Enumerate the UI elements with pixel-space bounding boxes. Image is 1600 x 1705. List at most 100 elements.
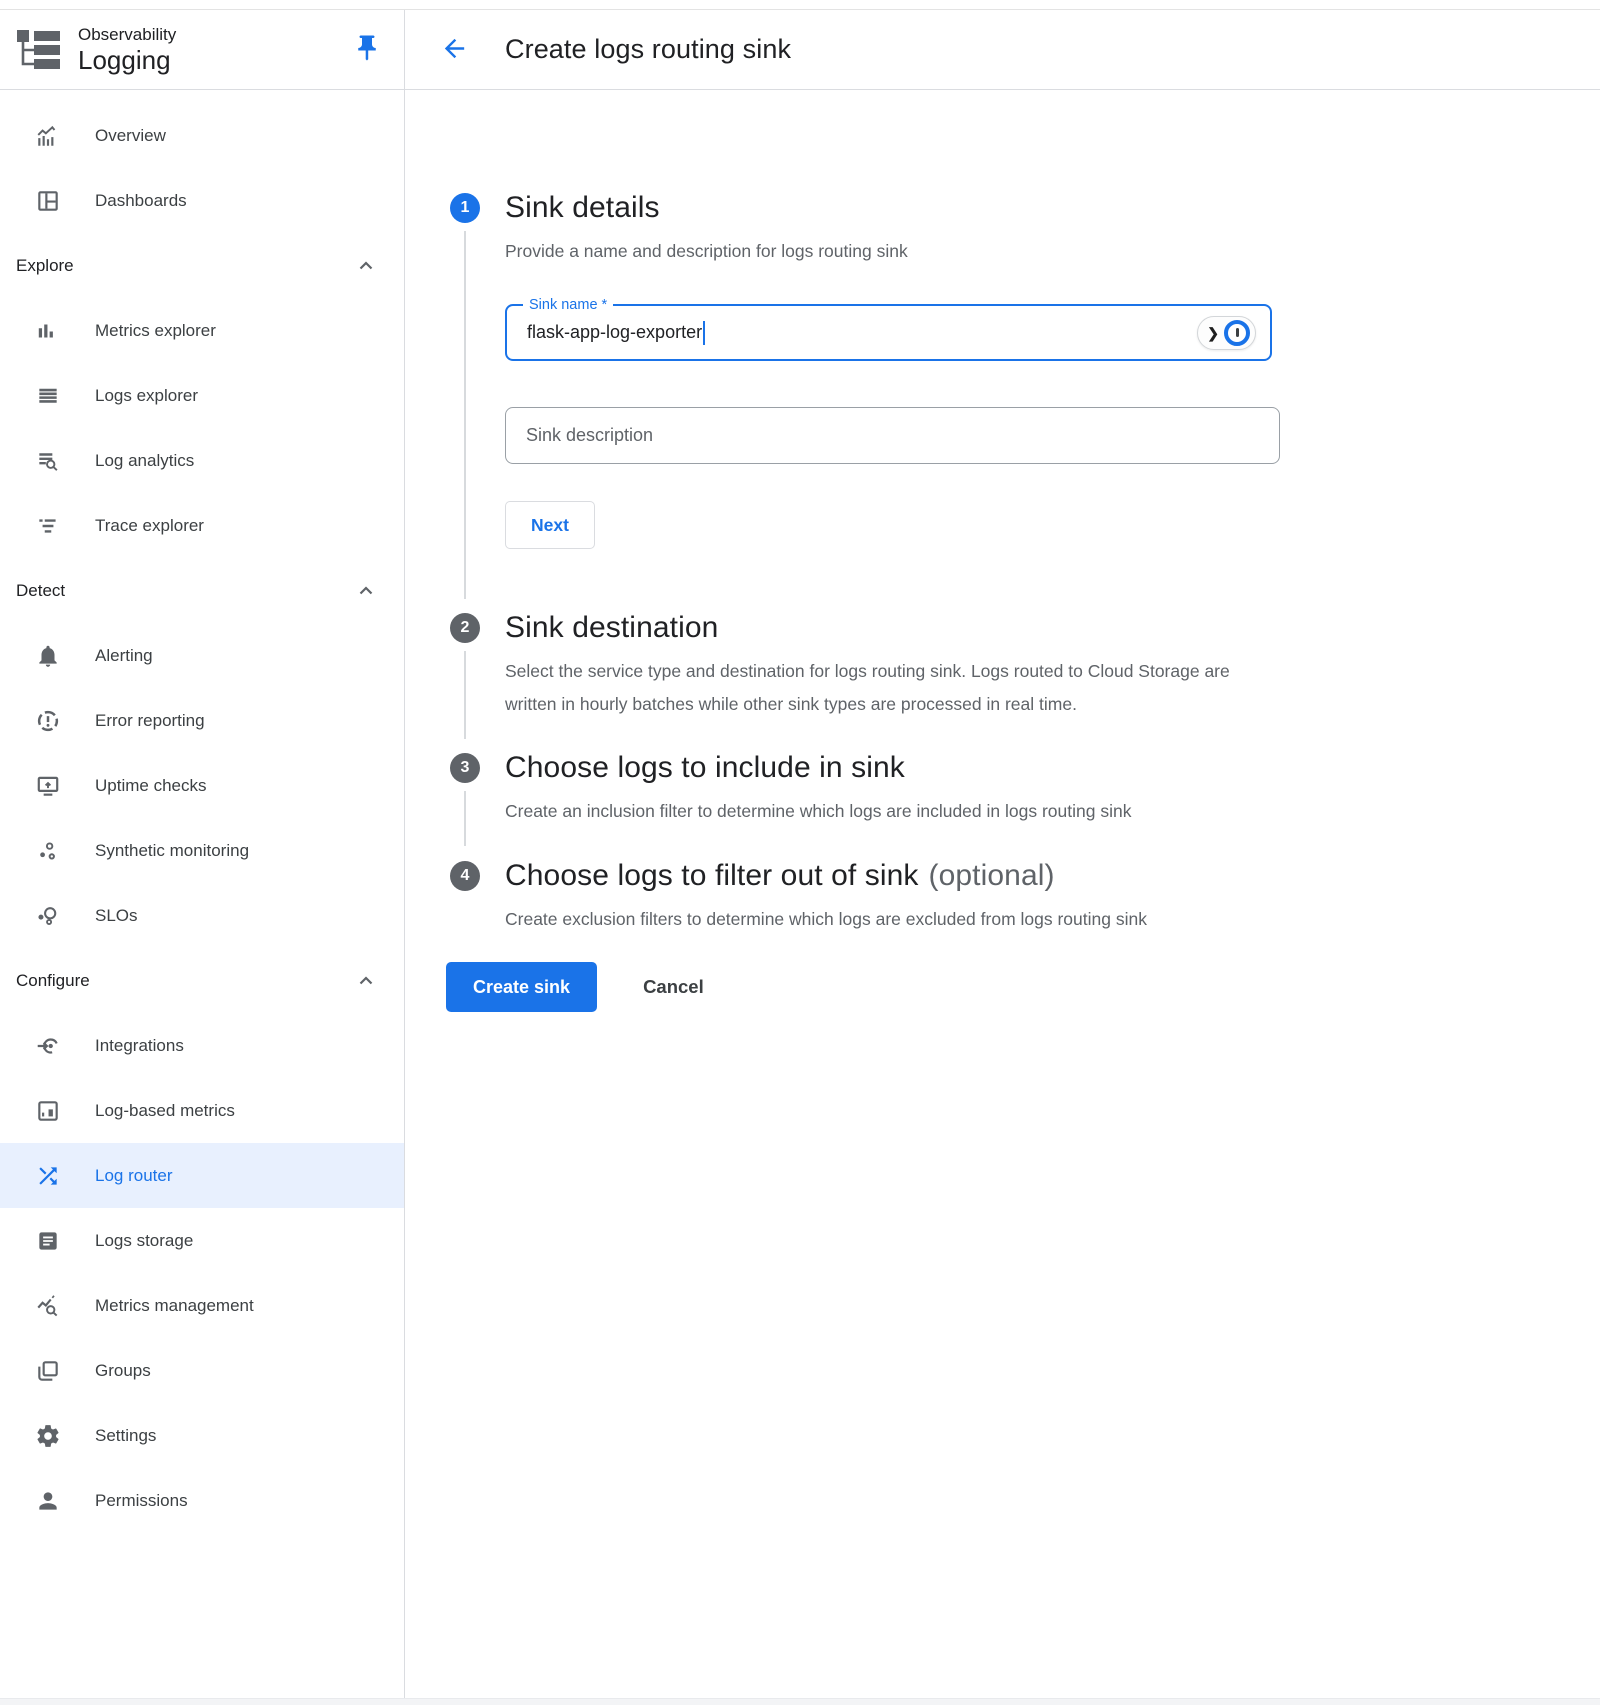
cancel-button[interactable]: Cancel xyxy=(637,975,710,999)
step-1-title: Sink details xyxy=(505,189,1600,227)
groups-icon xyxy=(35,1358,61,1384)
overview-icon xyxy=(35,123,61,149)
step-2-badge: 2 xyxy=(450,613,480,643)
main-header: Create logs routing sink xyxy=(405,10,1600,90)
step-2-title: Sink destination xyxy=(505,609,1600,647)
sidebar-header: Observability Logging xyxy=(0,10,404,90)
pin-button[interactable] xyxy=(348,29,386,70)
sidebar-item-log-based-metrics[interactable]: Log-based metrics xyxy=(0,1078,404,1143)
sidebar-item-settings[interactable]: Settings xyxy=(0,1403,404,1468)
step-sink-destination: 2 Sink destination Select the service ty… xyxy=(405,609,1600,721)
sidebar-item-permissions[interactable]: Permissions xyxy=(0,1468,404,1533)
sidebar-item-uptime-checks[interactable]: Uptime checks xyxy=(0,753,404,818)
sink-name-field[interactable]: Sink name * flask-app-log-exporter ❯ xyxy=(505,304,1272,361)
chevron-right-icon: ❯ xyxy=(1207,326,1219,340)
log-based-metrics-icon xyxy=(35,1098,61,1124)
sidebar-item-label: Dashboards xyxy=(95,191,187,211)
sidebar-item-error-reporting[interactable]: Error reporting xyxy=(0,688,404,753)
window-bottom-edge xyxy=(0,1698,1600,1705)
logging-logo-icon xyxy=(16,29,62,71)
step-4-title: Choose logs to filter out of sink(option… xyxy=(505,857,1600,895)
chevron-up-icon xyxy=(354,579,378,603)
metrics-management-icon xyxy=(35,1293,61,1319)
password-manager-icon xyxy=(1224,320,1250,346)
main-panel: Create logs routing sink 1 Sink details … xyxy=(405,10,1600,1699)
sidebar-section-detect[interactable]: Detect xyxy=(0,558,404,623)
slos-icon xyxy=(35,903,61,929)
sidebar-item-label: Log analytics xyxy=(95,451,194,471)
back-button[interactable] xyxy=(440,34,469,66)
sidebar-item-label: Trace explorer xyxy=(95,516,204,536)
logs-explorer-icon xyxy=(35,383,61,409)
step-sink-details: 1 Sink details Provide a name and descri… xyxy=(405,189,1600,549)
synthetic-monitoring-icon xyxy=(35,838,61,864)
sidebar-item-trace-explorer[interactable]: Trace explorer xyxy=(0,493,404,558)
sidebar-section-configure[interactable]: Configure xyxy=(0,948,404,1013)
sidebar-item-logs-storage[interactable]: Logs storage xyxy=(0,1208,404,1273)
sidebar-item-label: Alerting xyxy=(95,646,153,666)
sidebar-item-label: Log router xyxy=(95,1166,173,1186)
sidebar-item-label: Uptime checks xyxy=(95,776,206,796)
chevron-up-icon xyxy=(354,969,378,993)
sidebar-item-label: Permissions xyxy=(95,1491,188,1511)
sidebar-item-label: Integrations xyxy=(95,1036,184,1056)
sink-name-label: Sink name * xyxy=(523,296,613,314)
product-name: Observability xyxy=(78,24,176,45)
step-include-logs: 3 Choose logs to include in sink Create … xyxy=(405,749,1600,828)
sidebar-item-label: Error reporting xyxy=(95,711,205,731)
step-3-badge: 3 xyxy=(450,753,480,783)
shuffle-icon xyxy=(35,1163,61,1189)
sidebar-item-metrics-explorer[interactable]: Metrics explorer xyxy=(0,298,404,363)
create-sink-button[interactable]: Create sink xyxy=(446,962,597,1012)
sink-name-input[interactable]: flask-app-log-exporter xyxy=(527,322,702,343)
sidebar-item-log-router[interactable]: Log router xyxy=(0,1143,404,1208)
text-caret xyxy=(703,321,705,345)
sidebar-item-label: Synthetic monitoring xyxy=(95,841,249,861)
sidebar-item-label: Groups xyxy=(95,1361,151,1381)
sidebar-item-dashboards[interactable]: Dashboards xyxy=(0,168,404,233)
sidebar-item-label: Logs explorer xyxy=(95,386,198,406)
trace-explorer-icon xyxy=(35,513,61,539)
sidebar-item-label: Metrics management xyxy=(95,1296,254,1316)
sidebar-section-explore[interactable]: Explore xyxy=(0,233,404,298)
back-arrow-icon xyxy=(440,34,469,66)
sidebar-item-label: Log-based metrics xyxy=(95,1101,235,1121)
create-sink-form: 1 Sink details Provide a name and descri… xyxy=(405,90,1600,1012)
password-manager-suggestion[interactable]: ❯ xyxy=(1197,316,1256,350)
dashboards-icon xyxy=(35,188,61,214)
person-icon xyxy=(35,1488,61,1514)
page-title: Create logs routing sink xyxy=(505,34,791,65)
page: Observability Logging Overview Dashboard… xyxy=(0,0,1600,1705)
sidebar-item-label: Logs storage xyxy=(95,1231,193,1251)
step-4-badge: 4 xyxy=(450,861,480,891)
sidebar-nav: Overview Dashboards Explore Metrics expl… xyxy=(0,90,404,1533)
sidebar-item-integrations[interactable]: Integrations xyxy=(0,1013,404,1078)
pin-icon xyxy=(352,33,382,66)
step-3-description: Create an inclusion filter to determine … xyxy=(505,795,1270,828)
chevron-up-icon xyxy=(354,254,378,278)
module-name: Logging xyxy=(78,45,176,75)
form-actions: Create sink Cancel xyxy=(405,962,1600,1012)
sidebar-item-overview[interactable]: Overview xyxy=(0,103,404,168)
sink-description-input[interactable] xyxy=(505,407,1280,464)
sidebar-item-log-analytics[interactable]: Log analytics xyxy=(0,428,404,493)
sidebar-item-logs-explorer[interactable]: Logs explorer xyxy=(0,363,404,428)
bell-icon xyxy=(35,643,61,669)
next-button[interactable]: Next xyxy=(505,501,595,549)
sidebar-item-synthetic-monitoring[interactable]: Synthetic monitoring xyxy=(0,818,404,883)
sidebar-item-label: Settings xyxy=(95,1426,156,1446)
log-analytics-icon xyxy=(35,448,61,474)
sidebar: Observability Logging Overview Dashboard… xyxy=(0,10,405,1699)
sidebar-item-slos[interactable]: SLOs xyxy=(0,883,404,948)
logs-storage-icon xyxy=(35,1228,61,1254)
sidebar-item-groups[interactable]: Groups xyxy=(0,1338,404,1403)
step-3-title: Choose logs to include in sink xyxy=(505,749,1600,787)
sidebar-item-alerting[interactable]: Alerting xyxy=(0,623,404,688)
sidebar-item-label: Metrics explorer xyxy=(95,321,216,341)
step-1-description: Provide a name and description for logs … xyxy=(505,235,1270,268)
step-4-description: Create exclusion filters to determine wh… xyxy=(505,903,1270,936)
step-2-description: Select the service type and destination … xyxy=(505,655,1270,721)
sidebar-item-label: Overview xyxy=(95,126,166,146)
step-exclude-logs: 4 Choose logs to filter out of sink(opti… xyxy=(405,857,1600,936)
sidebar-item-metrics-management[interactable]: Metrics management xyxy=(0,1273,404,1338)
